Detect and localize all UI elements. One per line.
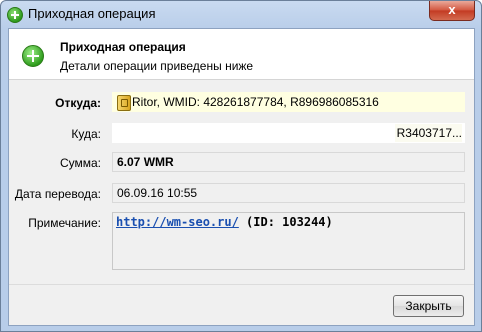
note-field[interactable]: http://wm-seo.ru/ (ID: 103244) (112, 212, 465, 270)
header-subtitle: Детали операции приведены ниже (60, 59, 254, 73)
to-value: R3403717... (394, 124, 462, 142)
to-label: Куда: (71, 127, 101, 141)
footer-divider (9, 284, 474, 285)
from-field[interactable]: Ritor, WMID: 428261877784, R896986085316 (112, 92, 465, 112)
dialog-window: Приходная операция x Приходная операция … (0, 0, 482, 332)
from-label: Откуда: (55, 96, 101, 110)
dialog-content: Приходная операция Детали операции приве… (8, 28, 475, 326)
date-field[interactable]: 06.09.16 10:55 (112, 183, 465, 203)
header-title: Приходная операция (60, 40, 186, 54)
amount-value: 6.07 WMR (117, 155, 174, 169)
note-id: (ID: 103244) (238, 215, 333, 229)
from-value: Ritor, WMID: 428261877784, R896986085316 (132, 95, 379, 109)
note-link[interactable]: http://wm-seo.ru/ (116, 215, 239, 229)
plus-circle-icon (22, 45, 44, 67)
purse-icon (117, 94, 131, 111)
dialog-header: Приходная операция Детали операции приве… (9, 29, 474, 80)
amount-field[interactable]: 6.07 WMR (112, 152, 465, 172)
date-value: 06.09.16 10:55 (117, 186, 198, 200)
plus-circle-icon (7, 7, 23, 23)
note-label: Примечание: (28, 216, 101, 230)
close-button[interactable]: Закрыть (393, 295, 464, 317)
title-bar[interactable]: Приходная операция x (1, 1, 481, 27)
to-field[interactable]: R3403717... (112, 123, 465, 143)
close-icon: x (448, 2, 456, 17)
amount-label: Сумма: (59, 156, 101, 170)
window-title: Приходная операция (28, 6, 156, 21)
date-label: Дата перевода: (14, 187, 101, 201)
window-close-button[interactable]: x (429, 1, 475, 21)
